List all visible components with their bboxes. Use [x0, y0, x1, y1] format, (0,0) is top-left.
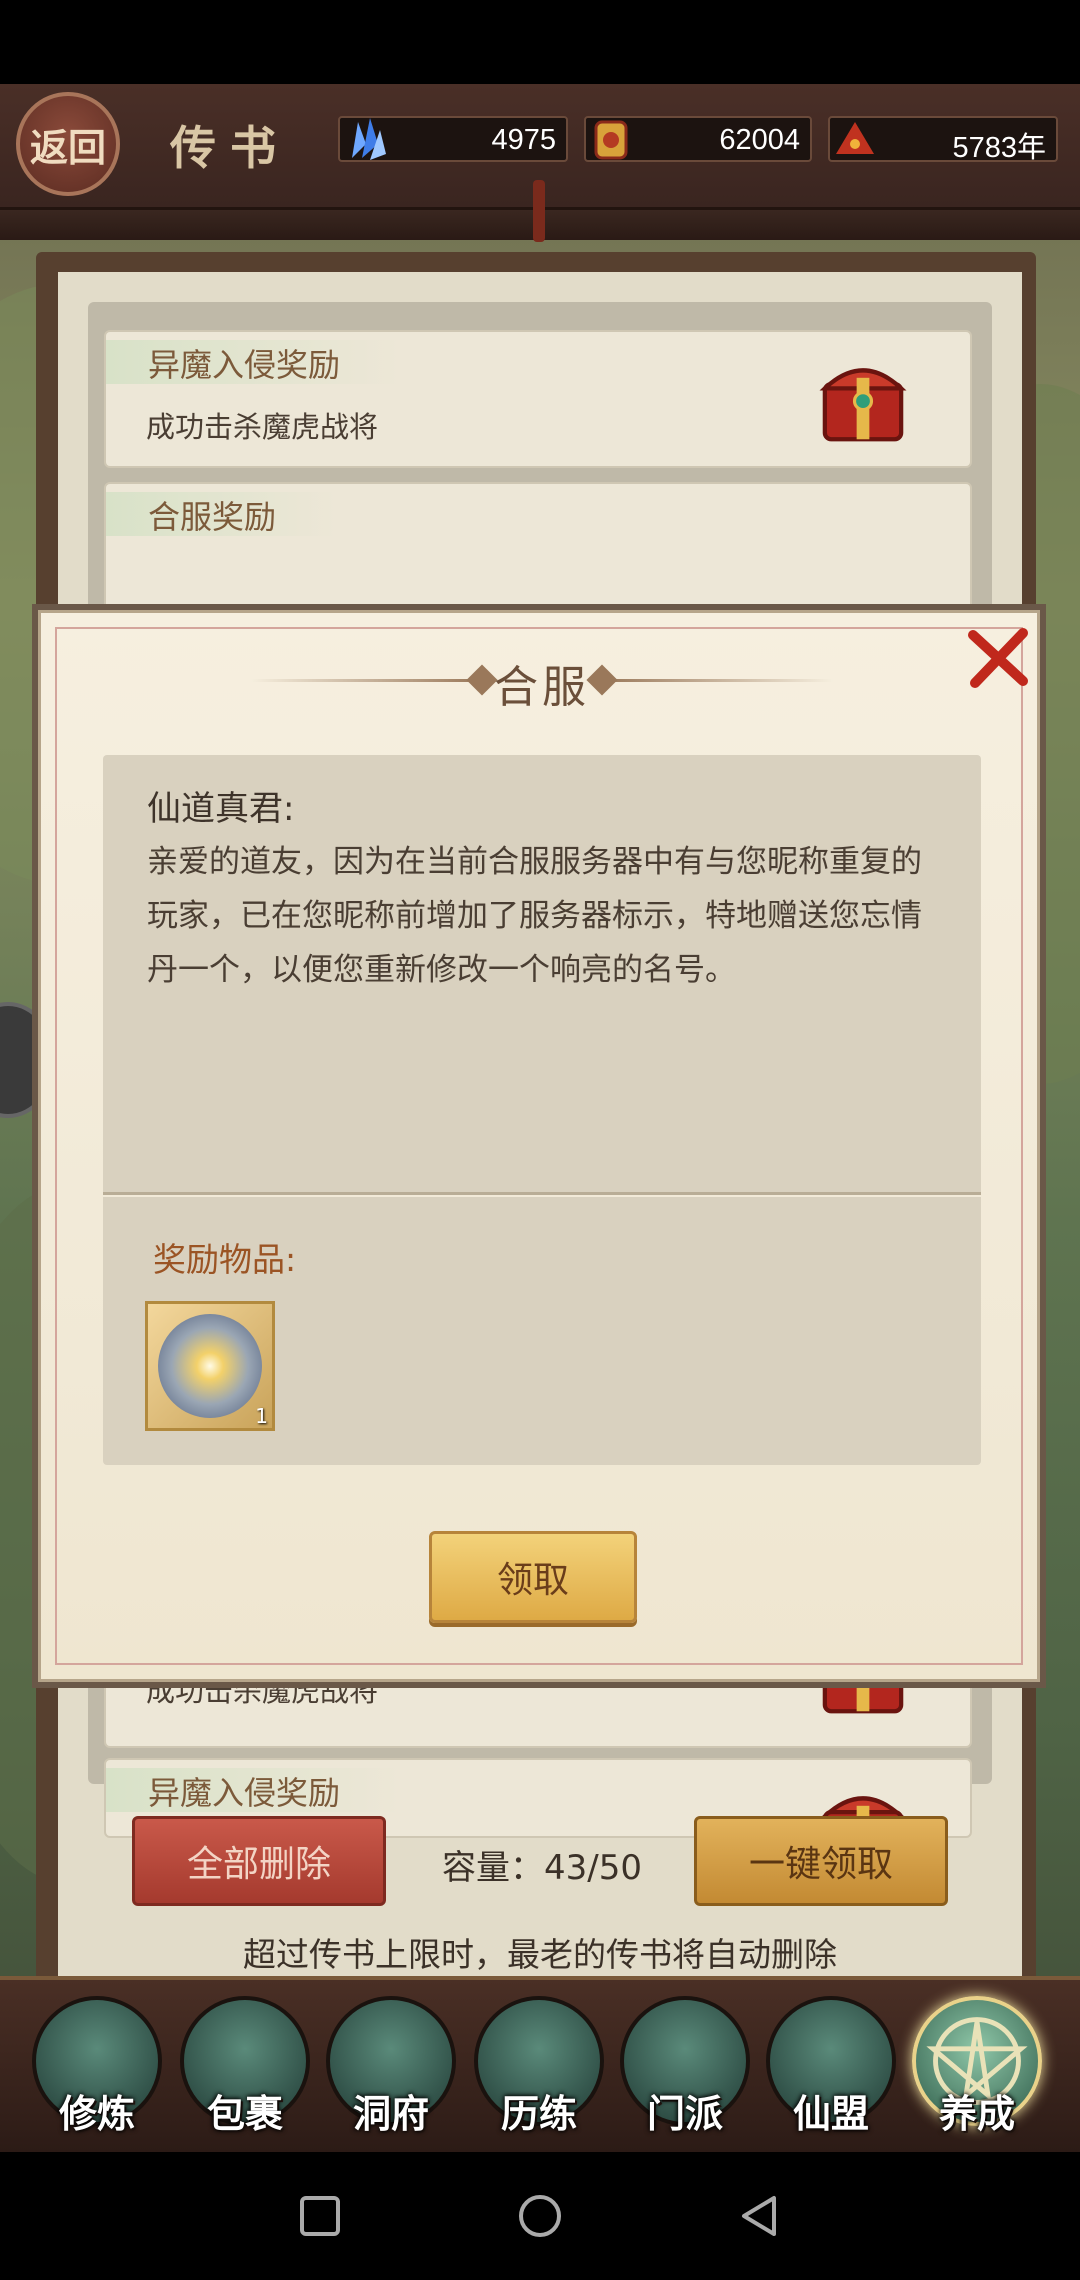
- delete-all-button[interactable]: 全部删除: [132, 1816, 386, 1906]
- mail-item-tag: 异魔入侵奖励: [106, 1768, 401, 1812]
- resource-gold: 62004: [584, 116, 812, 162]
- treasure-chest-icon: [819, 368, 907, 442]
- reward-box: 奖励物品: 1: [103, 1197, 981, 1465]
- nav-item-label: 养成: [938, 2092, 1015, 2136]
- reward-label: 奖励物品:: [153, 1240, 297, 1279]
- nav-item-label: 包裹: [206, 2092, 283, 2136]
- home-icon[interactable]: [510, 2186, 570, 2246]
- nav-item-develop[interactable]: 养成: [908, 1992, 1046, 2142]
- lifespan-icon: [836, 122, 874, 154]
- nav-item-label: 历练: [500, 2092, 577, 2136]
- nav-item-label: 仙盟: [792, 2092, 869, 2136]
- nav-item-sect[interactable]: 门派: [616, 1992, 754, 2142]
- page-title: 传书: [170, 121, 290, 175]
- forget-pill-orb-icon: [158, 1314, 262, 1418]
- nav-item-label: 洞府: [352, 2092, 429, 2136]
- claim-button[interactable]: 领取: [429, 1531, 637, 1623]
- game-screen: 返回 传书 4975 62004 5783年 异魔入侵奖励 成功击杀魔虎战将 合…: [0, 84, 1080, 2152]
- gold-value: 62004: [719, 124, 800, 156]
- bottom-nav: 修炼 包裹 洞府 历练 门派 仙盟 养成: [0, 1976, 1080, 2152]
- nav-item-label: 修炼: [58, 2092, 135, 2136]
- close-button[interactable]: [963, 625, 1033, 691]
- nav-item-cultivate[interactable]: 修炼: [28, 1992, 166, 2142]
- limit-note: 超过传书上限时，最老的传书将自动删除: [243, 1935, 837, 1974]
- close-icon: [968, 628, 1028, 688]
- nav-item-label: 门派: [646, 2092, 723, 2136]
- reward-item[interactable]: 1: [145, 1301, 275, 1431]
- nav-item-trial[interactable]: 历练: [470, 1992, 608, 2142]
- status-bar: [0, 0, 1080, 84]
- android-nav-bar: [0, 2152, 1080, 2280]
- crystal-value: 4975: [491, 124, 556, 156]
- message-body: 亲爱的道友，因为在当前合服服务器中有与您昵称重复的玩家，已在您昵称前增加了服务器…: [147, 844, 922, 988]
- modal-title: 合服: [494, 662, 590, 713]
- mail-detail-modal: 合服 仙道真君: 亲爱的道友，因为在当前合服服务器中有与您昵称重复的玩家，已在您…: [38, 610, 1040, 1682]
- nav-item-alliance[interactable]: 仙盟: [762, 1992, 900, 2142]
- nav-item-cave[interactable]: 洞府: [322, 1992, 460, 2142]
- back-button[interactable]: 返回: [16, 92, 120, 196]
- resource-crystal: 4975: [338, 116, 568, 162]
- message-box: 仙道真君: 亲爱的道友，因为在当前合服服务器中有与您昵称重复的玩家，已在您昵称前…: [103, 755, 981, 1195]
- lifespan-value: 5783年: [952, 132, 1046, 164]
- scroll-hanger: [533, 180, 545, 242]
- mail-item[interactable]: 合服奖励: [104, 482, 972, 620]
- back-icon[interactable]: [730, 2186, 790, 2246]
- message-sender: 仙道真君:: [147, 789, 295, 829]
- gold-ingot-icon: [594, 120, 628, 160]
- resource-lifespan: 5783年: [828, 116, 1058, 164]
- mail-capacity: 容量：43/50: [442, 1848, 642, 1888]
- reward-count: 1: [255, 1404, 268, 1428]
- mail-item-tag: 异魔入侵奖励: [106, 340, 401, 384]
- mail-item-tag: 合服奖励: [106, 492, 337, 536]
- nav-item-bag[interactable]: 包裹: [176, 1992, 314, 2142]
- crystal-icon: [352, 118, 386, 160]
- mail-item-desc: 成功击杀魔虎战将: [146, 410, 379, 444]
- claim-all-button[interactable]: 一键领取: [694, 1816, 948, 1906]
- mail-item[interactable]: 异魔入侵奖励 成功击杀魔虎战将: [104, 330, 972, 468]
- recents-icon[interactable]: [290, 2186, 350, 2246]
